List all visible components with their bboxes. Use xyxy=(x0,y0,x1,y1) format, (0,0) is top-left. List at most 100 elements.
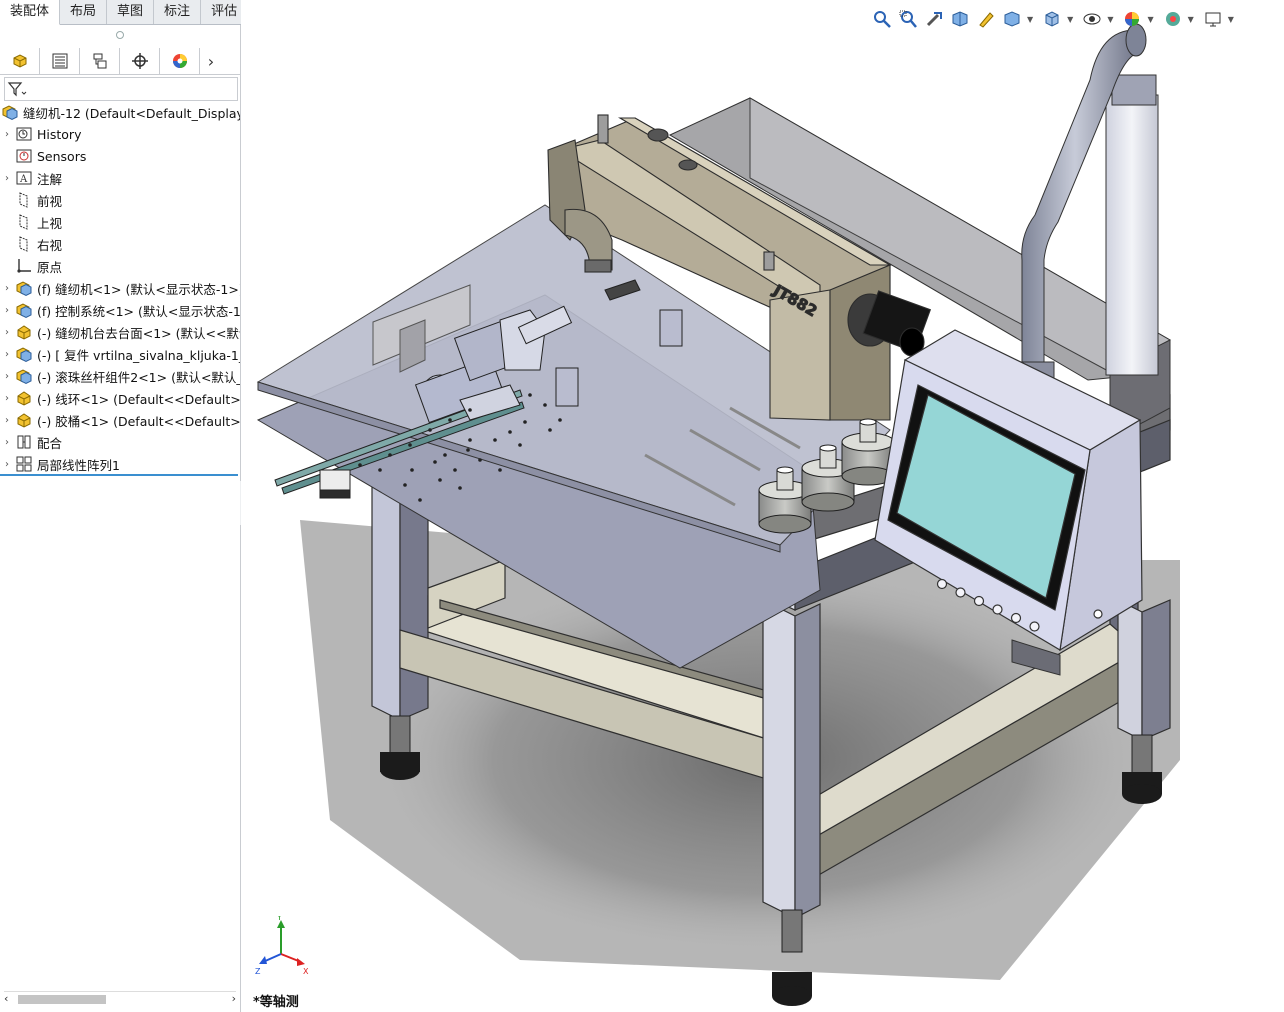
panel-grip[interactable] xyxy=(116,31,124,39)
tree-item[interactable]: › (-) 线环<1> (Default<<Default>_ xyxy=(0,387,240,409)
tree-item-label: 原点 xyxy=(37,259,63,275)
tree-item[interactable]: Sensors xyxy=(0,145,240,167)
tab-2[interactable]: 草图 xyxy=(107,0,155,24)
tree-root[interactable]: 缝纫机-12 (Default<Default_Display S xyxy=(0,101,240,123)
screw-hole xyxy=(498,468,502,472)
configurationmanager-tab[interactable] xyxy=(80,48,120,74)
chevron-right-icon[interactable]: › xyxy=(200,48,222,74)
screw-hole xyxy=(558,418,562,422)
screw-hole xyxy=(428,428,432,432)
filter-icon xyxy=(7,82,27,97)
expand-arrow-icon[interactable]: › xyxy=(0,371,14,382)
zoom-to-fit-icon[interactable] xyxy=(871,8,893,30)
tab-0[interactable]: 装配体 xyxy=(0,0,61,25)
tree-item[interactable]: › (-) 缝纫机台去台面<1> (默认<<默认 xyxy=(0,321,240,343)
tree-item[interactable]: › History xyxy=(0,123,240,145)
tree-item[interactable]: › (f) 控制系统<1> (默认<显示状态-1 xyxy=(0,299,240,321)
tree-item-label: Sensors xyxy=(37,148,87,164)
apply-scene-icon[interactable] xyxy=(1162,8,1184,30)
triad-x-label: X xyxy=(303,967,309,976)
display-style-icon[interactable] xyxy=(1041,8,1063,30)
tab-3[interactable]: 标注 xyxy=(154,0,202,24)
tree-item[interactable]: 右视 xyxy=(0,233,240,255)
tree-filter[interactable] xyxy=(4,77,238,101)
tab-1[interactable]: 布局 xyxy=(60,0,108,24)
section-view-icon[interactable] xyxy=(949,8,971,30)
expand-arrow-icon[interactable]: › xyxy=(0,415,14,426)
screw-hole xyxy=(458,486,462,490)
tree-item[interactable]: › 配合 xyxy=(0,431,240,453)
feature-manager-panel: › 缝纫机-12 (Default<Default_Display S › His… xyxy=(0,25,241,1012)
chevron-down-icon[interactable]: ▼ xyxy=(1067,15,1073,24)
displaymanager-icon xyxy=(172,54,187,68)
tree-item-label: 配合 xyxy=(37,435,63,451)
expand-arrow-icon[interactable]: › xyxy=(0,305,14,316)
tree-item[interactable]: 前视 xyxy=(0,189,240,211)
graphics-area[interactable]: JT882 ▼ ▼ ▼ ▼ ▼ ▼ Y X Z *等轴测 xyxy=(241,0,1284,1012)
plane-icon xyxy=(14,235,34,253)
propertymanager-tab[interactable] xyxy=(40,48,80,74)
scroll-thumb[interactable] xyxy=(18,995,106,1004)
horizontal-scrollbar[interactable]: ‹ › xyxy=(4,991,236,1006)
chevron-down-icon[interactable]: ▼ xyxy=(1228,15,1234,24)
expand-arrow-icon[interactable]: › xyxy=(0,283,14,294)
view-settings-icon[interactable] xyxy=(1202,8,1224,30)
coordinate-triad: Y X Z xyxy=(255,916,309,976)
scroll-right-icon[interactable]: › xyxy=(232,992,236,1005)
tree-item[interactable]: › A 注解 xyxy=(0,167,240,189)
previous-view-icon[interactable] xyxy=(923,8,945,30)
triad-y-label: Y xyxy=(276,916,282,922)
chevron-down-icon[interactable]: ▼ xyxy=(1188,15,1194,24)
view-orientation-icon[interactable] xyxy=(1001,8,1023,30)
screw-hole xyxy=(478,458,482,462)
monitor-button xyxy=(955,587,966,598)
tree-item[interactable]: 原点 xyxy=(0,255,240,277)
expand-arrow-icon[interactable]: › xyxy=(0,349,14,360)
tree-item[interactable]: › (-) 滚珠丝杆组件2<1> (默认<默认_ xyxy=(0,365,240,387)
displaymanager-tab[interactable] xyxy=(160,48,200,74)
tree-item-label: (-) 缝纫机台去台面<1> (默认<<默认 xyxy=(37,325,240,341)
screw-hole xyxy=(548,428,552,432)
screw-hole xyxy=(418,498,422,502)
dynamic-annotation-icon[interactable] xyxy=(975,8,997,30)
expand-arrow-icon[interactable]: › xyxy=(0,129,14,140)
screw-hole xyxy=(518,443,522,447)
screw-hole xyxy=(408,443,412,447)
monitor-button xyxy=(936,578,948,590)
expand-arrow-icon[interactable]: › xyxy=(0,173,14,184)
tree-item[interactable]: › 局部线性阵列1 xyxy=(0,453,240,475)
expand-arrow-icon[interactable]: › xyxy=(0,327,14,338)
hide-show-icon[interactable] xyxy=(1081,8,1103,30)
chevron-down-icon[interactable]: ▼ xyxy=(1027,15,1033,24)
monitor-button xyxy=(1029,621,1040,632)
screw-hole xyxy=(410,468,414,472)
screw-hole xyxy=(433,460,437,464)
tree-item-label: (f) 控制系统<1> (默认<显示状态-1 xyxy=(37,303,240,319)
screw-hole xyxy=(493,438,497,442)
chevron-down-icon[interactable]: ▼ xyxy=(1147,15,1153,24)
tree-item-label: 注解 xyxy=(37,171,63,187)
tree-item-label: 前视 xyxy=(37,193,63,209)
screw-hole xyxy=(508,430,512,434)
tree-item-label: 右视 xyxy=(37,237,63,253)
feature-tree: 缝纫机-12 (Default<Default_Display S › Histo… xyxy=(0,101,240,475)
expand-arrow-icon[interactable]: › xyxy=(0,393,14,404)
tree-item-label: (f) 缝纫机<1> (默认<显示状态-1>) xyxy=(37,281,240,297)
tree-item[interactable]: 上视 xyxy=(0,211,240,233)
tree-item[interactable]: › (f) 缝纫机<1> (默认<显示状态-1>) xyxy=(0,277,240,299)
zoom-to-area-icon[interactable] xyxy=(897,8,919,30)
annotations-icon: A xyxy=(14,169,34,187)
tree-item[interactable]: › (-) 胶桶<1> (Default<<Default>_ xyxy=(0,409,240,431)
featuremanager-tab[interactable] xyxy=(0,48,40,74)
dimxpert-tab[interactable] xyxy=(120,48,160,74)
scroll-left-icon[interactable]: ‹ xyxy=(4,992,8,1005)
screw-hole xyxy=(403,483,407,487)
chevron-down-icon[interactable]: ▼ xyxy=(1107,15,1113,24)
screw-hole xyxy=(438,478,442,482)
expand-arrow-icon[interactable]: › xyxy=(0,437,14,448)
3d-model-view[interactable]: JT882 xyxy=(241,0,1284,1012)
view-name: *等轴测 xyxy=(253,995,299,1010)
tree-item[interactable]: › (-) [ 复件 vrtilna_sivalna_kljuka-1_a xyxy=(0,343,240,365)
edit-appearance-icon[interactable] xyxy=(1121,8,1143,30)
expand-arrow-icon[interactable]: › xyxy=(0,459,14,470)
